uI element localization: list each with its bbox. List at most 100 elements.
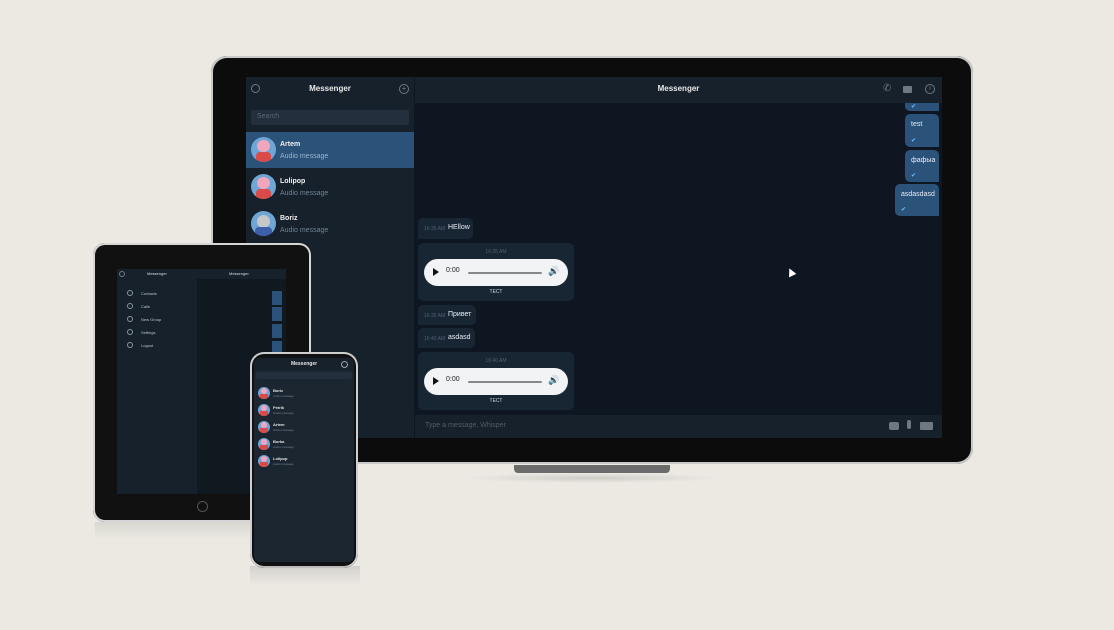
tablet-gear-icon[interactable] (119, 271, 125, 277)
avatar (258, 404, 270, 416)
dialog-item-boriz[interactable]: Boriz Audio message (246, 206, 414, 242)
incoming-message[interactable]: 16:35 AM Привет (418, 305, 476, 325)
audio-progress-bar[interactable] (468, 272, 542, 274)
menu-label: Contacts (141, 291, 157, 296)
group-icon (127, 316, 133, 322)
chat-area: Messenger ✆ i ✔ test ✔ фафыа ✔ asdasdasd… (415, 77, 942, 438)
outgoing-message[interactable]: test ✔ (905, 114, 939, 147)
keyboard-icon[interactable] (920, 422, 933, 430)
dialog-name: Boriz (280, 215, 298, 222)
gear-icon (127, 329, 133, 335)
dialog-name: Petrik (273, 405, 285, 410)
dialog-preview: Audio message (273, 462, 294, 466)
tablet-chat-title: Messenger (229, 271, 249, 276)
audio-message: 16:35 AM 0:00 🔊 ТЕСТ (418, 243, 574, 301)
tablet-menu: Contacts Calls New Group Settings Logout (117, 279, 197, 494)
dialog-name: Lolipop (280, 178, 306, 185)
audio-progress-bar[interactable] (468, 381, 542, 383)
sidebar-title: Messenger (309, 84, 351, 93)
search-input[interactable]: Search (251, 110, 409, 125)
message-text: HEllow (448, 224, 470, 231)
message-bubble-partial: ✔ (905, 103, 939, 111)
avatar (258, 421, 270, 433)
logout-icon (127, 342, 133, 348)
dialog-item-lolipop[interactable]: Lolipop Audio message (246, 169, 414, 205)
chat-title: Messenger (657, 84, 700, 93)
menu-label: New Group (141, 317, 162, 322)
phone-compose-icon[interactable] (341, 361, 348, 368)
phone-dialog-item[interactable]: Lolipop Audio message (256, 453, 352, 470)
dialog-preview: Audio message (273, 394, 294, 398)
mouse-cursor-icon (785, 266, 797, 278)
incoming-message[interactable]: 16:35 AM HEllow (418, 218, 473, 239)
incoming-message[interactable]: 16:40 AM asdasd (418, 328, 475, 348)
dialog-preview: Audio message (280, 227, 329, 234)
laptop-shadow (460, 473, 724, 483)
phone-icon (127, 303, 133, 309)
dialog-preview: Audio message (280, 153, 329, 160)
avatar (258, 455, 270, 467)
dialog-name: Artem (273, 422, 285, 427)
message-composer[interactable]: Type a message, Whisper (415, 415, 942, 438)
audio-time: 0:00 (446, 267, 460, 274)
avatar (258, 387, 270, 399)
tablet-header: Messenger Messenger (117, 269, 286, 279)
dialog-name: Borka (273, 439, 285, 444)
phone-dialog-item[interactable]: Boriz Audio message (256, 385, 352, 402)
dialog-name: Lolipop (273, 456, 288, 461)
dialog-name: Boriz (273, 388, 283, 393)
audio-caption: ТЕСТ (489, 398, 503, 404)
phone-search-input[interactable] (256, 372, 352, 379)
audio-player[interactable]: 0:00 🔊 (424, 259, 568, 286)
search-placeholder: Search (257, 113, 280, 120)
phone-icon[interactable]: ✆ (883, 83, 891, 94)
message-text: test (911, 121, 923, 128)
avatar (251, 174, 276, 199)
message-text: asdasdasd (901, 191, 935, 198)
outgoing-message[interactable]: asdasdasd ✔ (895, 184, 939, 216)
tablet-outgoing-message (272, 291, 282, 305)
message-text: Привет (448, 311, 472, 318)
tablet-home-button (197, 501, 208, 512)
avatar (251, 137, 276, 162)
menu-label: Settings (141, 330, 156, 335)
dialog-item-artem[interactable]: Artem Audio message (246, 132, 414, 168)
message-time: 16:35 AM (485, 249, 507, 255)
avatar (251, 211, 276, 236)
message-time: 16:40 AM (424, 336, 446, 342)
dialog-preview: Audio message (273, 411, 294, 415)
play-icon[interactable] (433, 377, 439, 385)
play-icon[interactable] (433, 268, 439, 276)
video-icon[interactable] (903, 86, 912, 93)
phone-dialog-item[interactable]: Petrik Audio message (256, 402, 352, 419)
camera-icon[interactable] (889, 422, 899, 430)
audio-time: 0:00 (446, 376, 460, 383)
audio-player[interactable]: 0:00 🔊 (424, 368, 568, 395)
message-text: фафыа (911, 157, 936, 164)
volume-icon[interactable]: 🔊 (548, 266, 559, 277)
tablet-sidebar-title: Messenger (147, 271, 167, 276)
info-icon[interactable]: i (925, 84, 935, 94)
microphone-icon[interactable] (907, 420, 911, 429)
tablet-outgoing-message (272, 324, 282, 338)
phone-dialog-item[interactable]: Artem Audio message (256, 419, 352, 436)
phone-shadow (250, 566, 360, 586)
chat-header: Messenger ✆ i (415, 77, 942, 103)
phone-title: Messenger (290, 361, 318, 367)
message-time: 16:35 AM (424, 226, 446, 232)
volume-icon[interactable]: 🔊 (548, 375, 559, 386)
phone-dialog-item[interactable]: Borka Audio message (256, 436, 352, 453)
read-check-icon: ✔ (901, 207, 907, 213)
new-chat-plus-icon[interactable]: + (399, 84, 409, 94)
message-time: 16:40 AM (485, 358, 507, 364)
dialog-preview: Audio message (273, 428, 294, 432)
user-icon (127, 290, 133, 296)
composer-placeholder: Type a message, Whisper (425, 422, 506, 429)
message-text: asdasd (448, 334, 471, 341)
avatar (258, 438, 270, 450)
read-check-icon: ✔ (911, 173, 917, 179)
dialog-name: Artem (280, 141, 301, 148)
menu-label: Logout (141, 343, 154, 348)
outgoing-message[interactable]: фафыа ✔ (905, 150, 939, 182)
audio-message: 16:40 AM 0:00 🔊 ТЕСТ (418, 352, 574, 410)
